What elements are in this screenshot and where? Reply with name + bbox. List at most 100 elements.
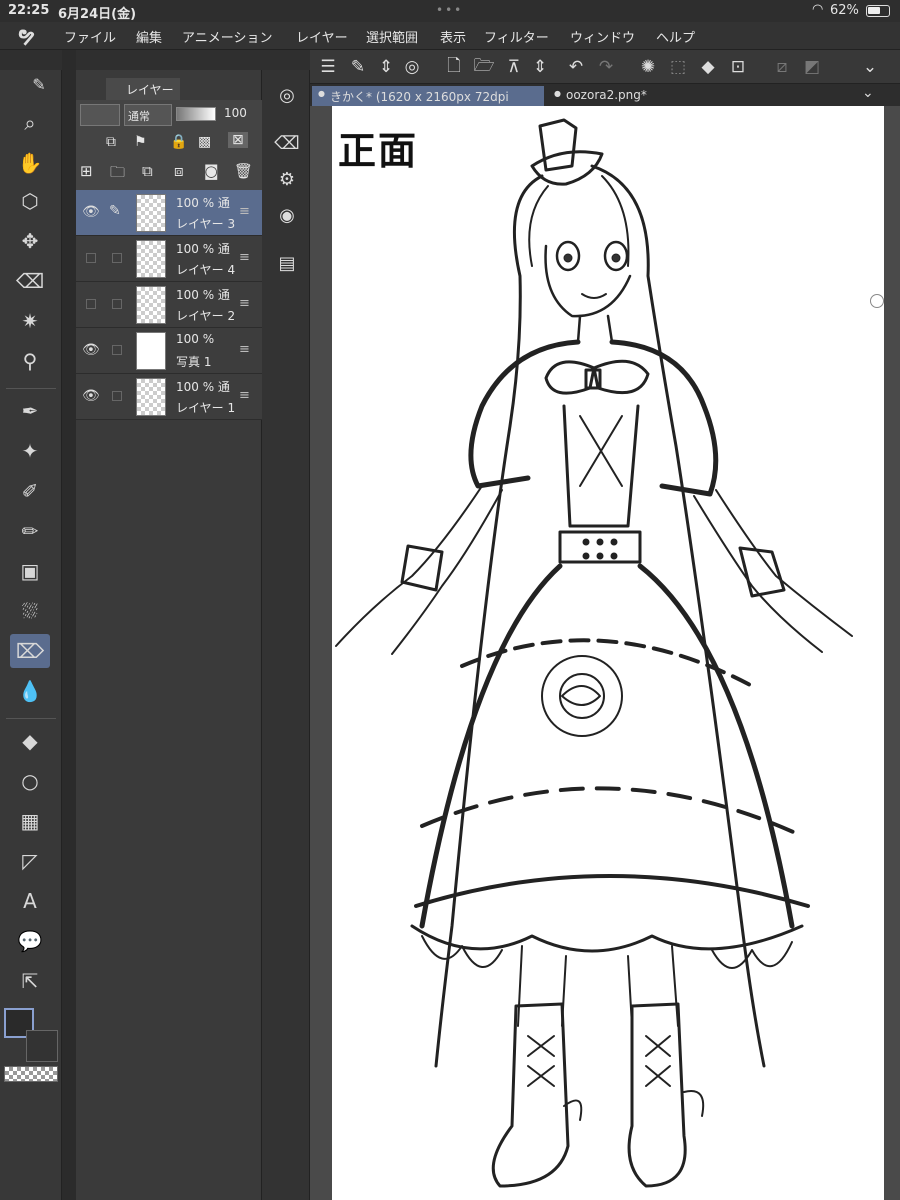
blend-tool-icon[interactable]: 💧: [10, 674, 50, 708]
layer-menu-icon[interactable]: ≡: [239, 250, 250, 265]
airbrush-tool-icon[interactable]: ⛆: [10, 594, 50, 628]
status-date: 6月24日(金): [58, 7, 137, 22]
undo-icon[interactable]: ↶: [564, 55, 588, 79]
eraser-sub-icon[interactable]: ⌫: [274, 130, 300, 156]
layer-menu-icon[interactable]: ≡: [239, 342, 250, 357]
menu-selection[interactable]: 選択範囲: [366, 27, 418, 46]
layer-row[interactable]: 👁 100 % 写真 1 ≡: [76, 328, 262, 374]
visibility-checkbox[interactable]: [86, 253, 96, 263]
visibility-eye-icon[interactable]: 👁: [82, 388, 100, 404]
zoom-tool-icon[interactable]: ⌕: [10, 106, 50, 140]
select-area-icon[interactable]: ⬚: [666, 55, 690, 79]
merge-layer-icon[interactable]: ⧈: [174, 162, 184, 180]
redo-icon[interactable]: ↷: [594, 55, 618, 79]
brush-tool-icon[interactable]: ✐: [10, 474, 50, 508]
navigator-icon[interactable]: ◎: [274, 82, 300, 108]
object-tool-icon[interactable]: ⬡: [10, 184, 50, 218]
gradient-tool-icon[interactable]: ▣: [10, 554, 50, 588]
lock-transparent-icon[interactable]: ▩: [198, 134, 211, 150]
open-folder-icon[interactable]: 🗁: [472, 55, 496, 79]
eyedropper-icon[interactable]: ⚲: [10, 344, 50, 378]
menu-hamburger-icon[interactable]: ☰: [316, 55, 340, 79]
document-tab[interactable]: oozora2.png*: [548, 86, 688, 106]
marker-tool-icon[interactable]: ✏: [10, 514, 50, 548]
opacity-value: 100: [224, 106, 247, 120]
layer-menu-icon[interactable]: ≡: [239, 296, 250, 311]
drawing-canvas[interactable]: 正面: [332, 106, 884, 1200]
pen-tool-icon[interactable]: ✒: [10, 394, 50, 428]
visibility-eye-icon[interactable]: 👁: [82, 204, 100, 220]
save-icon[interactable]: ⊼: [502, 55, 526, 79]
eraser-tool-icon[interactable]: ⌦: [10, 634, 50, 668]
layer-row[interactable]: 100 % 通 レイヤー 4 ≡: [76, 236, 262, 282]
layer-mask-icon[interactable]: ◙: [204, 162, 219, 180]
menu-view[interactable]: 表示: [440, 27, 466, 46]
transparent-color-swatch[interactable]: [4, 1066, 58, 1082]
new-document-icon[interactable]: 🗋: [442, 55, 466, 79]
menu-layer[interactable]: レイヤー: [296, 27, 348, 46]
edit-settings-icon[interactable]: ✎: [346, 55, 370, 79]
fill-bucket-icon[interactable]: ◆: [696, 55, 720, 79]
shape-tool-icon[interactable]: ○: [10, 764, 50, 798]
layer-tab[interactable]: レイヤー: [106, 78, 180, 100]
layer-menu-icon[interactable]: ≡: [239, 388, 250, 403]
selection-eraser-icon[interactable]: ⌫: [10, 264, 50, 298]
menu-help[interactable]: ヘルプ: [656, 27, 695, 46]
brush-size-icon[interactable]: ◉: [274, 202, 300, 228]
lock-checkbox[interactable]: [112, 345, 122, 355]
pen-tab-icon[interactable]: ✎: [24, 72, 54, 96]
layer-row[interactable]: 👁 100 % 通 レイヤー 1 ≡: [76, 374, 262, 420]
menu-edit[interactable]: 編集: [136, 27, 162, 46]
loading-icon[interactable]: ✺: [636, 55, 660, 79]
mask-enable-icon[interactable]: ⊠: [228, 132, 248, 148]
new-folder-icon[interactable]: 🗀: [110, 162, 125, 187]
visibility-eye-icon[interactable]: 👁: [82, 342, 100, 358]
lock-checkbox[interactable]: [112, 253, 122, 263]
magic-wand-icon[interactable]: ✷: [10, 304, 50, 338]
eraser-settings-icon[interactable]: ⚙: [274, 166, 300, 192]
layer-row[interactable]: 👁 ✎ 100 % 通 レイヤー 3 ≡: [76, 190, 262, 236]
spiral-icon[interactable]: ◎: [400, 55, 424, 79]
text-tool-icon[interactable]: A: [10, 884, 50, 918]
app-logo-icon[interactable]: ຯ: [18, 25, 35, 46]
clear-icon[interactable]: ⧄: [770, 55, 794, 79]
visibility-checkbox[interactable]: [86, 299, 96, 309]
reference-layer-icon[interactable]: ⚑: [134, 134, 147, 150]
duplicate-layer-icon[interactable]: ⧉: [142, 162, 153, 180]
new-layer-icon[interactable]: ⊞: [80, 162, 93, 180]
menu-animation[interactable]: アニメーション: [182, 27, 272, 46]
lock-checkbox[interactable]: [112, 391, 122, 401]
fill-tool-icon[interactable]: ◆: [10, 724, 50, 758]
collapse-chevron-icon[interactable]: ⌄: [858, 55, 882, 79]
tabs-chevron-icon[interactable]: ⌄: [862, 85, 874, 101]
sparkle-tool-icon[interactable]: ✦: [10, 434, 50, 468]
canvas-area[interactable]: 正面: [310, 106, 900, 1200]
blend-mode-dropdown[interactable]: 通常: [124, 104, 172, 126]
sub-color-swatch[interactable]: [26, 1030, 58, 1062]
ruler-tool-icon[interactable]: ◸: [10, 844, 50, 878]
fill-selection-icon[interactable]: ◩: [800, 55, 824, 79]
multitask-dots-icon[interactable]: •••: [436, 3, 463, 17]
lock-icon[interactable]: 🔒: [170, 134, 187, 150]
menu-file[interactable]: ファイル: [64, 27, 116, 46]
canvas-scroll-handle[interactable]: [870, 294, 884, 308]
clip-icon[interactable]: ⧉: [106, 134, 116, 150]
layer-property-icon[interactable]: ▤: [274, 250, 300, 276]
delete-layer-icon[interactable]: 🗑: [234, 162, 253, 180]
menu-filter[interactable]: フィルター: [484, 27, 549, 46]
opacity-slider[interactable]: [176, 107, 216, 121]
layer-menu-icon[interactable]: ≡: [239, 204, 250, 219]
transform-icon[interactable]: ⊡: [726, 55, 750, 79]
layer-color-dropdown[interactable]: [80, 104, 120, 126]
hand-tool-icon[interactable]: ✋: [10, 146, 50, 180]
menu-window[interactable]: ウィンドウ: [570, 27, 635, 46]
correct-line-tool-icon[interactable]: ⇱: [10, 964, 50, 998]
expand-icon[interactable]: ⇕: [374, 55, 398, 79]
balloon-tool-icon[interactable]: 💬: [10, 924, 50, 958]
layer-row[interactable]: 100 % 通 レイヤー 2 ≡: [76, 282, 262, 328]
save-dropdown-icon[interactable]: ⇕: [528, 55, 552, 79]
move-tool-icon[interactable]: ✥: [10, 224, 50, 258]
frame-tool-icon[interactable]: ▦: [10, 804, 50, 838]
lock-checkbox[interactable]: [112, 299, 122, 309]
document-tab-active[interactable]: きかく* (1620 x 2160px 72dpi 115.4%): [312, 86, 544, 119]
